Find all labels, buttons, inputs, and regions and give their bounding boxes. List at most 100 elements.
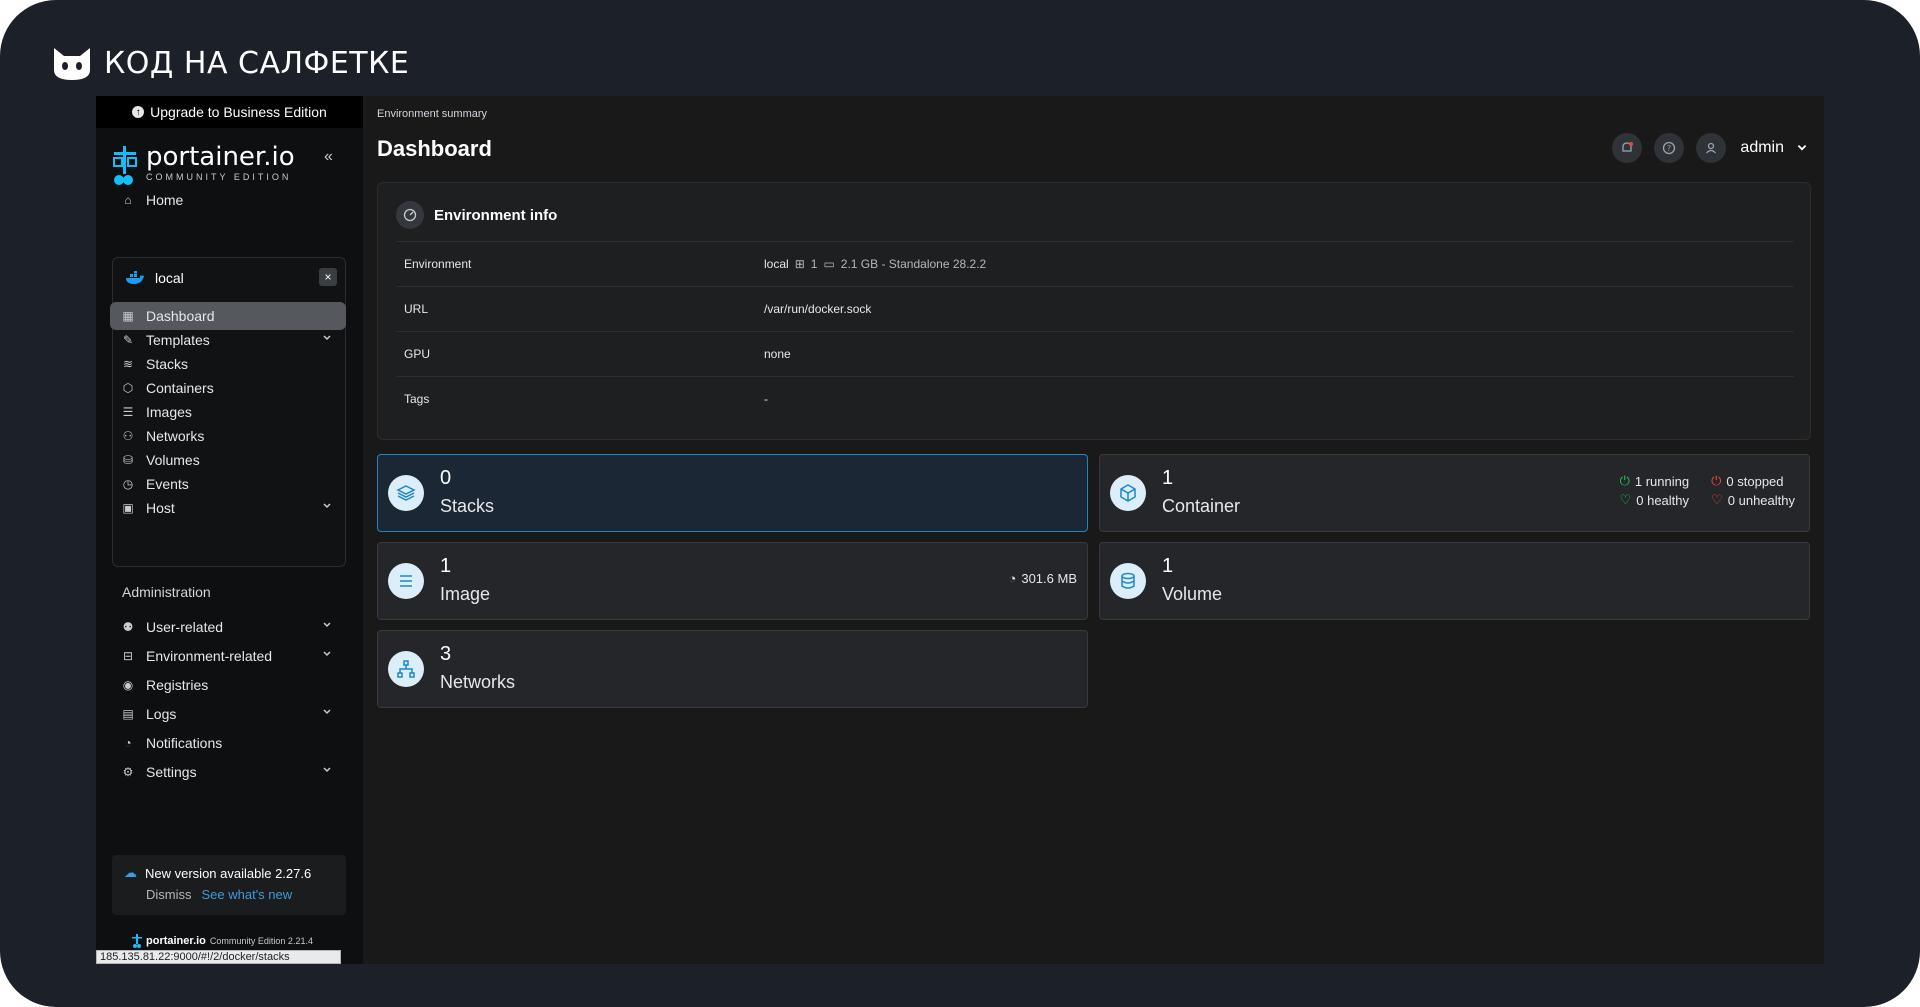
image-count: 1 [440, 555, 452, 577]
environment-header: local [125, 270, 184, 286]
topbar-actions: ? admin [1612, 133, 1808, 163]
container-tile[interactable]: 1 Container ⏻ 1 running ⏻ 0 stopped ♡ 0 hea… [1099, 454, 1810, 532]
upgrade-banner[interactable]: ↑ Upgrade to Business Edition [96, 96, 363, 128]
info-key: URL [404, 302, 429, 316]
list-icon [388, 563, 424, 599]
collapse-sidebar-icon[interactable]: « [324, 148, 333, 166]
dashboard-icon: ▦ [122, 309, 134, 323]
portainer-logo[interactable]: portainer.io COMMUNITY EDITION [110, 144, 295, 186]
sidebar-item-logs[interactable]: ▤ Logs [110, 700, 346, 728]
box-icon [1110, 475, 1146, 511]
image-tile[interactable]: 1 Image ◔ 301.6 MB [377, 542, 1088, 620]
portainer-crane-icon [113, 146, 137, 185]
administration-heading: Administration [122, 584, 211, 600]
sidebar-item-settings[interactable]: ⚙ Settings [110, 758, 346, 786]
unhealthy-stat: ♡ 0 unhealthy [1711, 492, 1795, 508]
drive-icon: ⊟ [122, 649, 134, 663]
chevron-down-icon [323, 503, 331, 509]
see-whats-new-link[interactable]: See what's new [202, 887, 293, 902]
heart-icon: ♡ [1619, 492, 1632, 507]
status-bar-url: 185.135.81.22:9000/#!/2/docker/stacks [96, 950, 341, 964]
logo-subtitle: COMMUNITY EDITION [146, 172, 292, 182]
stopped-stat: ⏻ 0 stopped [1711, 473, 1795, 489]
healthy-text: 0 healthy [1636, 492, 1690, 508]
user-name[interactable]: admin [1740, 139, 1784, 157]
bell-icon: ◔ [124, 736, 132, 750]
sidebar-item-host[interactable]: ▣ Host [110, 494, 346, 522]
cat-logo-icon [54, 48, 90, 80]
sidebar-item-label: Home [146, 192, 184, 208]
chevron-down-icon [323, 622, 331, 628]
sidebar-item-label: Host [146, 500, 175, 516]
radio-icon: ◉ [122, 678, 134, 692]
pie-chart-icon: ◔ [1008, 571, 1017, 586]
chevron-down-icon [323, 651, 331, 657]
update-message: New version available 2.27.6 [145, 865, 312, 881]
volume-count: 1 [1162, 555, 1174, 577]
environment-info-title: Environment info [434, 206, 558, 224]
network-icon: ⚇ [122, 429, 134, 443]
footer-version: Community Edition 2.21.4 [209, 936, 313, 946]
networks-label: Networks [440, 672, 516, 692]
running-text: 1 running [1634, 473, 1690, 489]
sidebar-item-user-related[interactable]: ⚉ User-related [110, 613, 346, 641]
info-value: local ⊞ 1 ▭ 2.1 GB - Standalone 28.2.2 [764, 257, 986, 271]
close-environment-button[interactable]: × [319, 268, 337, 286]
file-icon: ▤ [122, 707, 134, 721]
stopped-text: 0 stopped [1726, 473, 1784, 489]
volume-label: Volume [1162, 584, 1223, 604]
power-icon: ⏻ [1711, 473, 1722, 488]
screen-frame: КОД НА САЛФЕТКЕ ↑ Upgrade to Business Ed… [0, 0, 1920, 1007]
heart-icon: ♡ [1711, 492, 1723, 507]
image-size: ◔ 301.6 MB [1008, 571, 1077, 586]
help-icon: ? [1663, 141, 1676, 155]
environment-value: local [764, 257, 789, 271]
clock-icon: ◷ [122, 477, 134, 491]
sidebar-item-label: User-related [146, 619, 224, 635]
users-icon: ⚉ [122, 620, 134, 634]
sidebar-item-registries[interactable]: ◉ Registries [110, 671, 346, 699]
breadcrumb: Environment summary [377, 108, 488, 120]
networks-tile[interactable]: 3 Networks [377, 630, 1088, 708]
healthy-stat: ♡ 0 healthy [1620, 492, 1690, 508]
sidebar-item-home[interactable]: ⌂ Home [110, 186, 346, 214]
sidebar-item-label: Stacks [146, 356, 189, 372]
sidebar-item-label: Images [146, 404, 192, 420]
info-value: - [764, 392, 768, 406]
info-key: Tags [404, 392, 430, 406]
image-label: Image [440, 584, 491, 604]
help-button[interactable]: ? [1654, 133, 1685, 163]
portainer-app: ↑ Upgrade to Business Edition portainer.… [96, 96, 1824, 964]
dismiss-button[interactable]: Dismiss [146, 887, 192, 902]
container-count: 1 [1162, 467, 1174, 489]
main-content: Environment summary Dashboard ? admin En… [363, 96, 1824, 964]
sidebar-item-label: Templates [146, 332, 210, 348]
network-icon [388, 651, 424, 687]
chevron-down-icon [323, 709, 331, 715]
running-stat: ⏻ 1 running [1620, 473, 1690, 489]
brand: КОД НА САЛФЕТКЕ [52, 44, 409, 82]
user-icon [1706, 142, 1717, 154]
sidebar-item-notifications[interactable]: ◔ Notifications [110, 729, 346, 757]
volume-tile[interactable]: 1 Volume [1099, 542, 1810, 620]
info-row-url: URL /var/run/docker.sock [396, 286, 1794, 331]
page-title: Dashboard [377, 136, 492, 161]
update-notice: ☁ New version available 2.27.6 Dismiss S… [112, 855, 346, 915]
stacks-label: Stacks [440, 496, 495, 516]
user-avatar[interactable] [1696, 133, 1727, 163]
info-row-gpu: GPU none [396, 331, 1794, 376]
arrow-up-icon: ↑ [132, 106, 145, 118]
info-row-environment: Environment local ⊞ 1 ▭ 2.1 GB - Standal… [396, 241, 1794, 286]
info-value: none [764, 347, 791, 361]
sidebar-item-environment-related[interactable]: ⊟ Environment-related [110, 642, 346, 670]
notifications-button[interactable] [1612, 133, 1643, 163]
home-icon: ⌂ [124, 193, 132, 207]
memory-icon: ▭ [823, 257, 835, 271]
info-value: /var/run/docker.sock [764, 302, 872, 316]
gauge-icon [396, 201, 424, 229]
list-icon: ☰ [122, 405, 134, 419]
stacks-tile[interactable]: 0 Stacks [377, 454, 1088, 532]
cloud-download-icon: ☁ [124, 865, 137, 880]
chevron-down-icon[interactable] [1796, 142, 1808, 154]
sidebar-item-label: Dashboard [146, 308, 215, 324]
